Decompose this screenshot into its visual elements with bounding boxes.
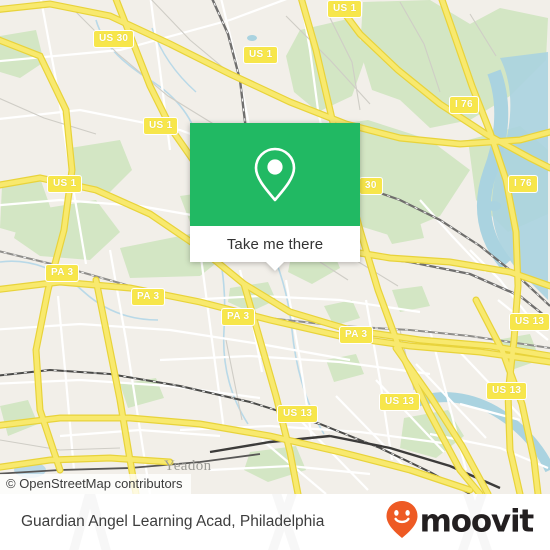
road-shield[interactable]: US 1 <box>47 175 83 193</box>
road-shield[interactable]: I 76 <box>508 175 538 193</box>
location-callout-card[interactable]: Take me there <box>190 123 360 271</box>
map-canvas[interactable]: Yeadon US 30 US 1 US 1 US 1 US 1 I 76 I … <box>0 0 550 494</box>
map-pin-icon <box>252 146 298 204</box>
moovit-map-screen: Yeadon US 30 US 1 US 1 US 1 US 1 I 76 I … <box>0 0 550 550</box>
take-me-there-label: Take me there <box>226 235 324 253</box>
road-shield[interactable]: US 13 <box>379 393 421 411</box>
road-shield[interactable]: US 13 <box>277 405 319 423</box>
map-attribution[interactable]: © OpenStreetMap contributors <box>0 474 191 494</box>
take-me-there-button[interactable]: Take me there <box>190 226 360 271</box>
road-shield[interactable]: US 1 <box>143 117 179 135</box>
road-shield[interactable]: US 13 <box>509 313 550 331</box>
callout-marker-panel <box>190 123 360 226</box>
road-shield[interactable]: US 1 <box>327 0 363 18</box>
road-shield[interactable]: PA 3 <box>45 264 80 282</box>
moovit-logo[interactable]: moovit <box>385 500 535 545</box>
footer-bar: Guardian Angel Learning Acad, Philadelph… <box>0 494 550 550</box>
page-title: Guardian Angel Learning Acad, Philadelph… <box>21 513 325 530</box>
place-label-yeadon: Yeadon <box>164 458 212 474</box>
road-shield[interactable]: US 30 <box>93 30 135 48</box>
road-shield[interactable]: PA 3 <box>339 326 374 344</box>
road-shield[interactable]: 30 <box>359 177 383 195</box>
moovit-pin-smile-icon <box>385 500 419 545</box>
moovit-wordmark: moovit <box>419 503 535 540</box>
callout-tail-icon <box>266 262 284 271</box>
road-shield[interactable]: PA 3 <box>131 288 166 306</box>
road-shield[interactable]: US 1 <box>243 46 279 64</box>
road-shield[interactable]: US 13 <box>486 382 528 400</box>
road-shield[interactable]: PA 3 <box>221 308 256 326</box>
road-shield[interactable]: I 76 <box>449 96 479 114</box>
